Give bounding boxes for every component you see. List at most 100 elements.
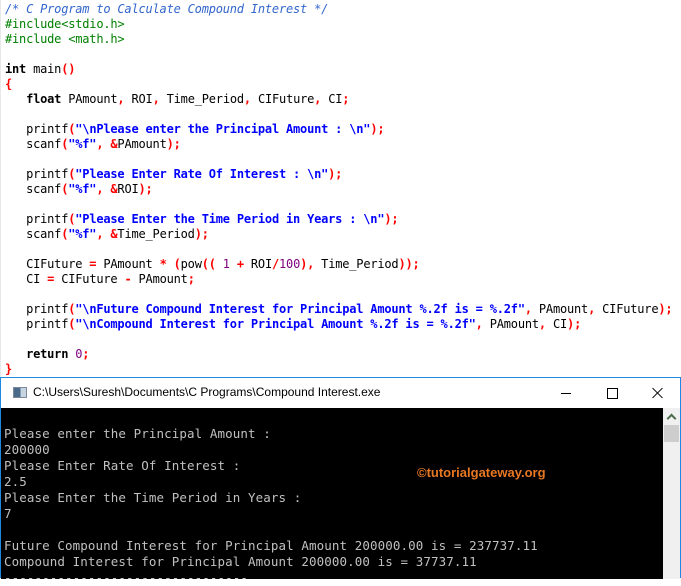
- code-token: );: [384, 212, 399, 226]
- code-token: #include <math.h>: [5, 32, 125, 46]
- maximize-icon: [606, 387, 618, 399]
- code-token: CIFuture: [257, 92, 315, 106]
- chevron-up-icon: [666, 413, 677, 423]
- code-token: "%f": [68, 137, 97, 151]
- code-token: CI: [552, 317, 568, 331]
- code-token: PAmount: [138, 272, 188, 286]
- code-token: Time_Period: [117, 227, 195, 241]
- code-token: ,: [538, 317, 553, 331]
- code-token: ,: [314, 92, 329, 106]
- code-token: "\nCompound Interest for Principal Amoun…: [75, 317, 476, 331]
- code-line: scanf("%f", &PAmount);: [5, 137, 181, 152]
- watermark: ©tutorialgateway.org: [417, 465, 546, 480]
- code-token: );: [138, 182, 153, 196]
- code-token: ((: [201, 257, 223, 271]
- code-token: "Please Enter the Time Period in Years :…: [75, 212, 385, 226]
- code-token: ,: [588, 302, 603, 316]
- code-token: CIFuture: [602, 302, 659, 316]
- code-line: {: [5, 77, 12, 92]
- code-token: pow: [180, 257, 202, 271]
- code-token: );: [370, 122, 385, 136]
- code-line: float PAmount, ROI, Time_Period, CIFutur…: [5, 92, 349, 107]
- code-token: );: [166, 137, 181, 151]
- code-token: ));: [398, 257, 420, 271]
- code-token: "Please Enter Rate Of Interest : \n": [75, 167, 329, 181]
- code-token: {: [5, 77, 13, 91]
- code-line: int main(): [5, 62, 75, 77]
- console-titlebar[interactable]: C:\Users\Suresh\Documents\C Programs\Com…: [1, 378, 680, 408]
- close-icon: [652, 387, 664, 399]
- code-token: #include<stdio.h>: [5, 17, 125, 31]
- code-token: CIFuture: [5, 257, 90, 271]
- code-line: printf("Please Enter the Time Period in …: [5, 212, 399, 227]
- code-line: printf("\nPlease enter the Principal Amo…: [5, 122, 385, 137]
- code-line: CI = CIFuture - PAmount;: [5, 272, 195, 287]
- code-token: Time_Period: [321, 257, 399, 271]
- code-token: CI: [328, 92, 343, 106]
- code-editor[interactable]: /* C Program to Calculate Compound Inter…: [0, 0, 681, 378]
- code-token: ,: [243, 92, 258, 106]
- code-token: /* C Program to Calculate Compound Inter…: [5, 2, 329, 16]
- code-token: ROI: [250, 257, 272, 271]
- code-token: scanf: [5, 137, 62, 151]
- minimize-button[interactable]: [543, 378, 589, 408]
- code-token: main: [33, 62, 62, 76]
- code-token: PAmount: [117, 137, 167, 151]
- code-line: printf("\nCompound Interest for Principa…: [5, 317, 581, 332]
- console-output-line: Please enter the Principal Amount :: [4, 426, 271, 441]
- console-output-line: Compound Interest for Principal Amount 2…: [4, 554, 477, 569]
- code-token: );: [328, 167, 343, 181]
- code-line: printf("Please Enter Rate Of Interest : …: [5, 167, 342, 182]
- code-token: * (: [159, 257, 181, 271]
- code-token: CIFuture: [61, 272, 125, 286]
- code-token: PAmount: [103, 257, 160, 271]
- console-output-line: 7: [4, 506, 12, 521]
- code-line: }: [5, 362, 12, 377]
- code-token: printf: [5, 122, 69, 136]
- code-token: scanf: [5, 182, 62, 196]
- code-token: , &: [96, 227, 118, 241]
- code-token: ,: [475, 317, 490, 331]
- code-line: #include <math.h>: [5, 32, 125, 47]
- console-output-line: Please Enter Rate Of Interest :: [4, 458, 241, 473]
- code-token: =: [47, 272, 62, 286]
- maximize-button[interactable]: [589, 378, 635, 408]
- code-token: ;: [342, 92, 350, 106]
- scroll-up-button[interactable]: [663, 408, 680, 424]
- code-token: Time_Period: [166, 92, 244, 106]
- code-token: ;: [187, 272, 195, 286]
- code-token: /: [271, 257, 280, 271]
- code-token: float: [26, 92, 69, 106]
- console-output[interactable]: ©tutorialgateway.org Please enter the Pr…: [1, 408, 663, 585]
- code-token: 1: [222, 257, 230, 271]
- code-token: -: [124, 272, 139, 286]
- console-output-line: --------------------------------: [4, 570, 249, 585]
- close-button[interactable]: [635, 378, 681, 408]
- code-token: , &: [96, 182, 118, 196]
- code-token: +: [229, 257, 251, 271]
- code-token: ,: [524, 302, 539, 316]
- scroll-thumb[interactable]: [664, 425, 679, 442]
- code-token: );: [567, 317, 582, 331]
- code-token: ,: [152, 92, 167, 106]
- console-output-line: Please Enter the Time Period in Years :: [4, 490, 302, 505]
- console-output-line: 200000: [4, 442, 50, 457]
- code-token: printf: [5, 302, 69, 316]
- code-token: PAmount: [489, 317, 539, 331]
- code-token: 100: [279, 257, 301, 271]
- code-token: ROI: [131, 92, 153, 106]
- minimize-icon: [561, 392, 571, 394]
- code-line: scanf("%f", &ROI);: [5, 182, 153, 197]
- code-token: "%f": [68, 227, 97, 241]
- code-token: (): [61, 62, 76, 76]
- code-token: );: [658, 302, 673, 316]
- console-app-icon: [13, 387, 27, 398]
- code-token: ;: [82, 347, 90, 361]
- code-token: printf: [5, 317, 69, 331]
- code-token: printf: [5, 212, 69, 226]
- vertical-scrollbar[interactable]: [663, 408, 680, 579]
- console-output-line: 2.5: [4, 474, 27, 489]
- code-line: /* C Program to Calculate Compound Inter…: [5, 2, 328, 17]
